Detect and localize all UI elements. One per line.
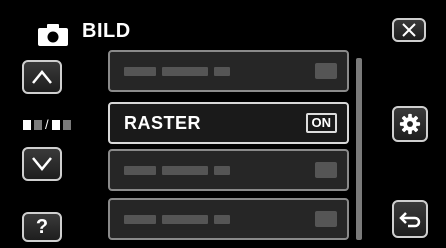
settings-button[interactable] bbox=[392, 106, 428, 142]
close-button[interactable] bbox=[392, 18, 426, 42]
item-placeholder bbox=[124, 66, 230, 76]
chevron-down-icon bbox=[32, 157, 52, 171]
scroll-down-button[interactable] bbox=[22, 147, 62, 181]
back-button[interactable] bbox=[392, 200, 428, 238]
chevron-up-icon bbox=[32, 70, 52, 84]
help-label: ? bbox=[35, 215, 49, 238]
menu-item-label: RASTER bbox=[124, 112, 202, 133]
menu-item-1[interactable] bbox=[108, 50, 349, 92]
gear-icon bbox=[399, 113, 421, 135]
scrollbar[interactable] bbox=[356, 58, 362, 240]
help-button[interactable]: ? bbox=[22, 212, 62, 242]
close-icon bbox=[402, 23, 416, 37]
menu-item-4[interactable] bbox=[108, 198, 349, 240]
back-arrow-icon bbox=[399, 212, 421, 228]
item-value-placeholder bbox=[315, 63, 337, 79]
item-placeholder bbox=[124, 214, 230, 224]
item-placeholder bbox=[124, 165, 230, 175]
page-indicator: / bbox=[23, 117, 71, 132]
status-badge: ON bbox=[305, 113, 337, 133]
page-title: BILD bbox=[82, 20, 131, 42]
camera-icon bbox=[38, 24, 68, 46]
item-value-placeholder bbox=[315, 211, 337, 227]
menu-item-3[interactable] bbox=[108, 149, 349, 191]
menu-item-raster[interactable]: RASTER ON bbox=[108, 102, 349, 144]
scroll-up-button[interactable] bbox=[22, 60, 62, 94]
item-value-placeholder bbox=[315, 162, 337, 178]
